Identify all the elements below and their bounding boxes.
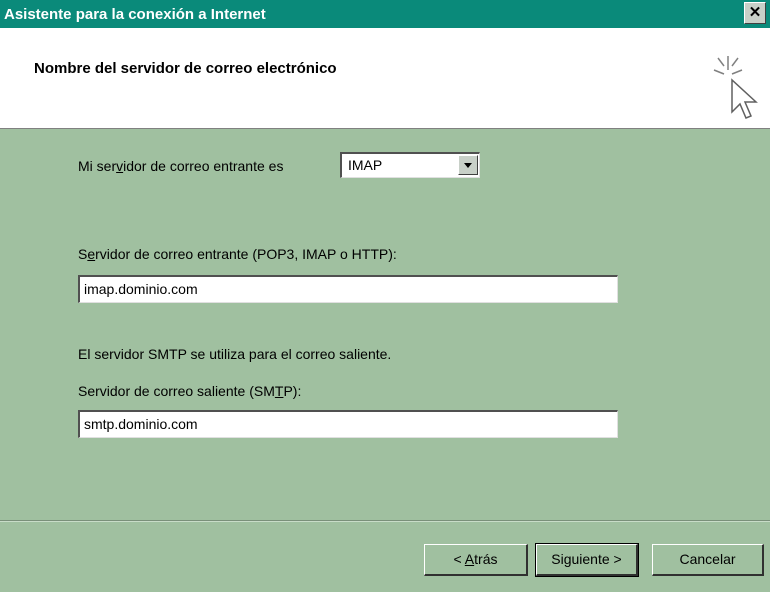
- close-icon: ✕: [748, 4, 762, 21]
- incoming-server-input[interactable]: imap.dominio.com: [78, 275, 618, 303]
- close-button[interactable]: ✕: [744, 2, 766, 24]
- window-title: Asistente para la conexión a Internet: [4, 6, 266, 23]
- incoming-type-select[interactable]: IMAP: [340, 152, 480, 178]
- footer-divider: [0, 520, 770, 522]
- page-title: Nombre del servidor de correo electrónic…: [34, 60, 337, 77]
- incoming-type-value: IMAP: [348, 157, 383, 173]
- wizard-header: Nombre del servidor de correo electrónic…: [0, 28, 770, 129]
- smtp-note: El servidor SMTP se utiliza para el corr…: [78, 346, 392, 362]
- incoming-type-label: Mi servidor de correo entrante es: [78, 158, 284, 174]
- title-bar: Asistente para la conexión a Internet ✕: [0, 0, 770, 28]
- outgoing-server-label: Servidor de correo saliente (SMTP):: [78, 383, 302, 399]
- wizard-cursor-icon: [713, 56, 758, 119]
- outgoing-server-input[interactable]: smtp.dominio.com: [78, 410, 618, 438]
- cancel-button[interactable]: Cancelar: [652, 544, 764, 576]
- next-button[interactable]: Siguiente >: [535, 543, 639, 577]
- chevron-down-icon[interactable]: [458, 155, 478, 175]
- back-button[interactable]: < Atrás: [424, 544, 528, 576]
- incoming-server-label: Servidor de correo entrante (POP3, IMAP …: [78, 246, 397, 262]
